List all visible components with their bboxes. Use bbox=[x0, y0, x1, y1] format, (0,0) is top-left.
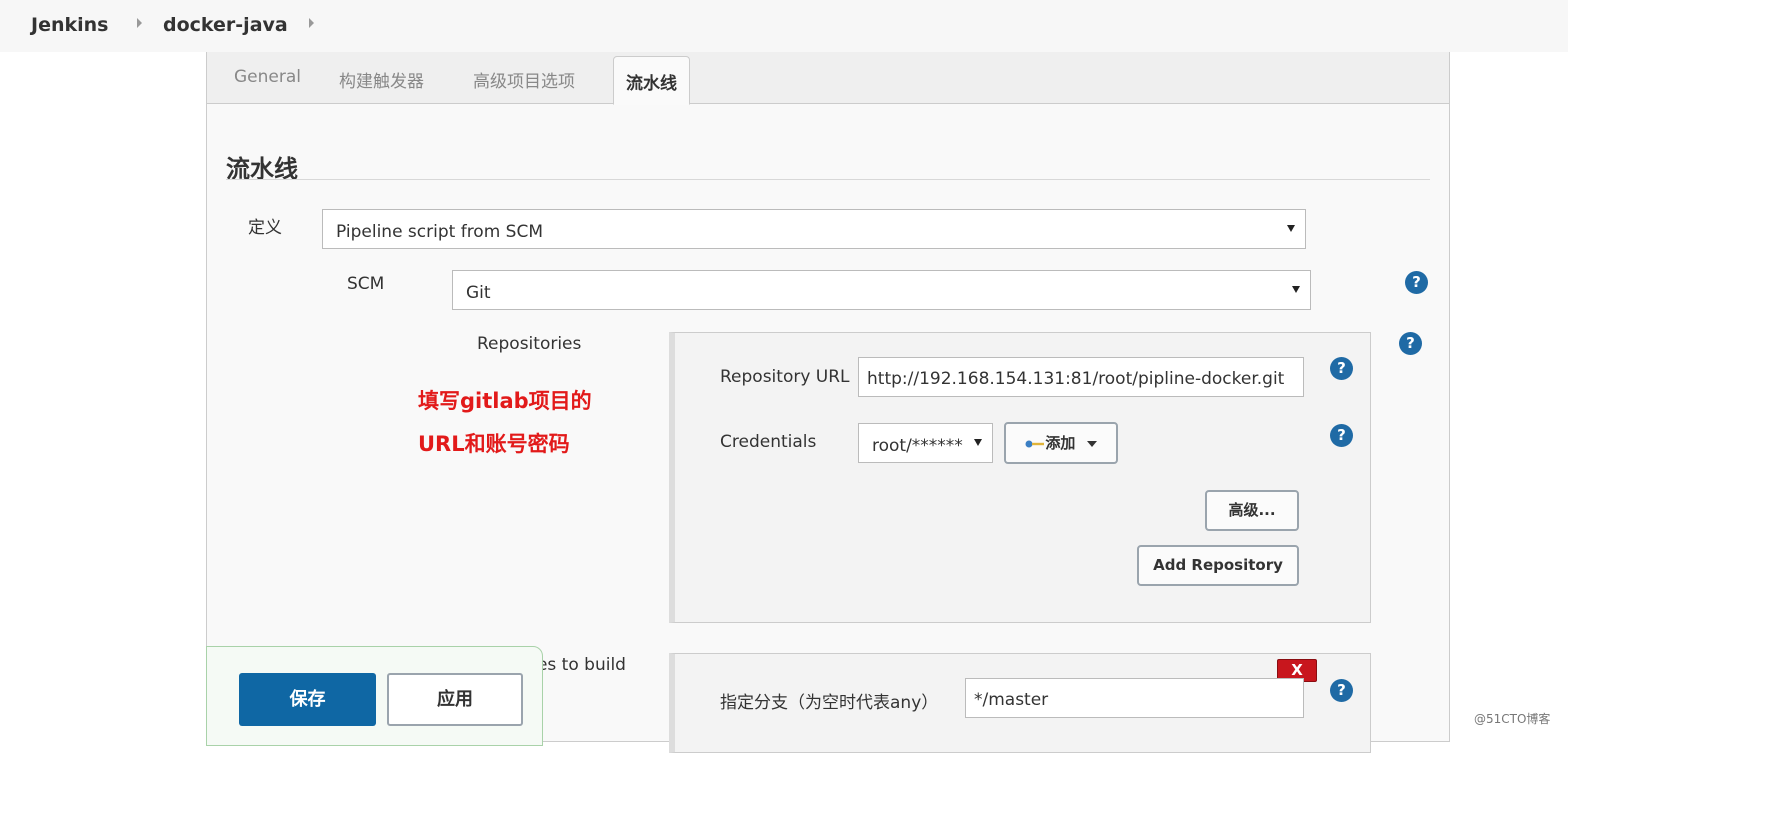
save-button[interactable]: 保存 bbox=[239, 673, 376, 726]
tab-pipeline[interactable]: 流水线 bbox=[613, 56, 690, 105]
branch-specifier-value: */master bbox=[974, 690, 1049, 710]
branch-specifier-input[interactable]: */master bbox=[965, 678, 1304, 718]
breadcrumb-jenkins[interactable]: Jenkins bbox=[31, 14, 108, 36]
credentials-label: Credentials bbox=[720, 432, 817, 452]
repository-url-label: Repository URL bbox=[720, 367, 850, 387]
annotation-line-2: URL和账号密码 bbox=[418, 432, 570, 456]
chevron-right-icon[interactable] bbox=[309, 18, 314, 28]
repository-url-input[interactable]: http://192.168.154.131:81/root/pipline-d… bbox=[858, 357, 1304, 397]
chevron-right-icon[interactable] bbox=[137, 18, 142, 28]
breadcrumb-bar: Jenkins docker-java bbox=[0, 0, 1568, 52]
help-icon[interactable]: ? bbox=[1405, 271, 1428, 294]
tab-build-triggers[interactable]: 构建触发器 bbox=[339, 67, 424, 92]
add-repository-button[interactable]: Add Repository bbox=[1137, 545, 1299, 586]
dropdown-arrow-icon bbox=[1086, 440, 1097, 447]
section-divider bbox=[226, 179, 1430, 180]
apply-button[interactable]: 应用 bbox=[387, 673, 523, 726]
breadcrumb-job[interactable]: docker-java bbox=[163, 14, 288, 36]
help-icon[interactable]: ? bbox=[1330, 357, 1353, 380]
credentials-select[interactable]: root/****** bbox=[858, 423, 993, 463]
definition-select[interactable]: Pipeline script from SCM bbox=[322, 209, 1306, 249]
tab-bar: General 构建触发器 高级项目选项 流水线 bbox=[207, 52, 1449, 105]
advanced-button[interactable]: 高级... bbox=[1205, 490, 1299, 531]
repository-url-value: http://192.168.154.131:81/root/pipline-d… bbox=[867, 369, 1285, 389]
credentials-value: root/****** bbox=[872, 436, 963, 456]
watermark: @51CTO博客 bbox=[1474, 712, 1551, 726]
definition-label: 定义 bbox=[248, 218, 282, 238]
scm-select[interactable]: Git bbox=[452, 270, 1311, 310]
scm-value: Git bbox=[466, 283, 491, 303]
repositories-label: Repositories bbox=[477, 334, 582, 354]
tab-advanced-project[interactable]: 高级项目选项 bbox=[473, 67, 575, 92]
help-icon[interactable]: ? bbox=[1330, 679, 1353, 702]
scm-label: SCM bbox=[347, 274, 385, 294]
dropdown-arrow-icon bbox=[1287, 225, 1295, 232]
branch-specifier-label: 指定分支（为空时代表any） bbox=[720, 693, 939, 713]
add-credentials-label: 添加 bbox=[1045, 434, 1076, 452]
annotation-line-1: 填写gitlab项目的 bbox=[418, 389, 592, 413]
help-icon[interactable]: ? bbox=[1399, 332, 1422, 355]
key-icon bbox=[1025, 440, 1045, 447]
help-icon[interactable]: ? bbox=[1330, 424, 1353, 447]
dropdown-arrow-icon bbox=[974, 439, 982, 446]
dropdown-arrow-icon bbox=[1292, 286, 1300, 293]
tab-general[interactable]: General bbox=[234, 67, 301, 87]
add-credentials-button[interactable]: 添加 bbox=[1004, 422, 1118, 464]
definition-value: Pipeline script from SCM bbox=[336, 222, 544, 242]
